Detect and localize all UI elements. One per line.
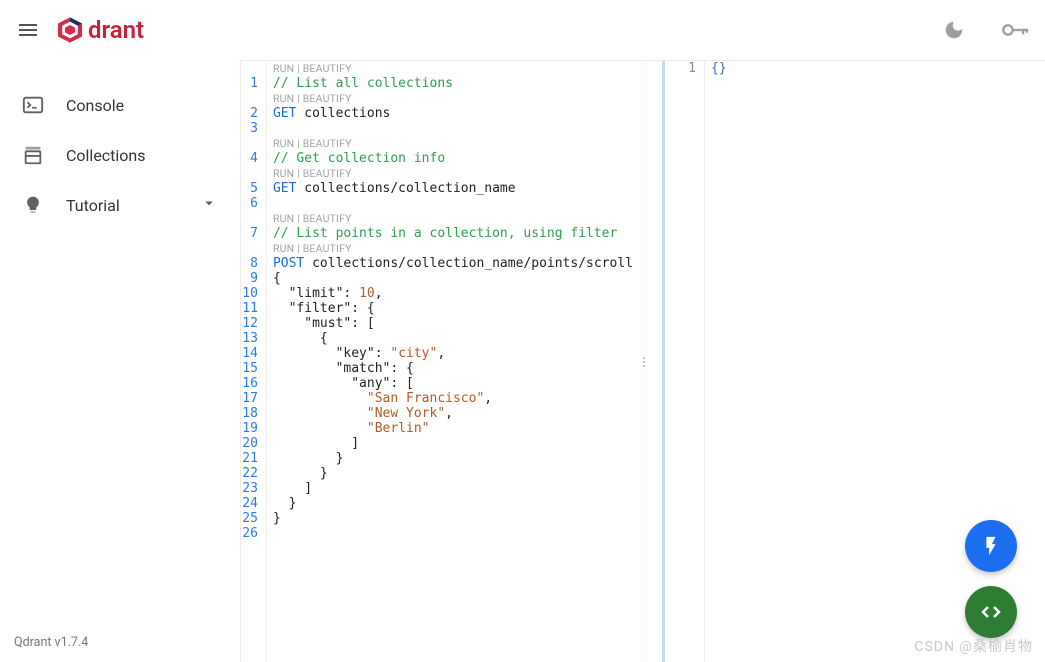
code-line[interactable]: [273, 121, 633, 136]
dark-mode-icon[interactable]: [943, 19, 965, 41]
code-line[interactable]: {: [273, 271, 633, 286]
code-line[interactable]: "limit": 10,: [273, 286, 633, 301]
console-icon: [22, 94, 44, 116]
logo-icon: [56, 16, 84, 44]
code-line[interactable]: "Berlin": [273, 421, 633, 436]
code-line[interactable]: POST collections/collection_name/points/…: [273, 256, 633, 271]
lightbulb-icon: [22, 194, 44, 216]
code-line[interactable]: }: [273, 451, 633, 466]
key-icon[interactable]: [1001, 19, 1029, 41]
menu-icon[interactable]: [16, 18, 40, 42]
run-button[interactable]: [965, 520, 1017, 572]
collections-icon: [22, 144, 44, 166]
sidebar: Console Collections Tutorial Qdrant v1.7…: [0, 60, 240, 662]
sidebar-item-collections[interactable]: Collections: [0, 130, 240, 180]
chevron-down-icon: [200, 194, 218, 216]
code-line[interactable]: ]: [273, 436, 633, 451]
version-label: Qdrant v1.7.4: [0, 623, 240, 662]
code-line[interactable]: "must": [: [273, 316, 633, 331]
sidebar-item-label: Collections: [66, 146, 146, 165]
code-line[interactable]: // List all collections: [273, 76, 633, 91]
code-line[interactable]: }: [273, 496, 633, 511]
code-line[interactable]: GET collections: [273, 106, 633, 121]
code-line[interactable]: "match": {: [273, 361, 633, 376]
sidebar-item-label: Tutorial: [66, 196, 120, 215]
code-line[interactable]: {: [273, 331, 633, 346]
code-lens[interactable]: RUN | BEAUTIFY: [273, 166, 633, 181]
code-lens[interactable]: RUN | BEAUTIFY: [273, 241, 633, 256]
code-line[interactable]: GET collections/collection_name: [273, 181, 633, 196]
logo-text: drant: [88, 16, 144, 44]
code-line[interactable]: // List points in a collection, using fi…: [273, 226, 633, 241]
work-area: 1234567891011121314151617181920212223242…: [241, 60, 1045, 662]
code-line[interactable]: }: [273, 511, 633, 526]
code-line[interactable]: ]: [273, 481, 633, 496]
code-line[interactable]: "key": "city",: [273, 346, 633, 361]
code-lens[interactable]: RUN | BEAUTIFY: [273, 211, 633, 226]
code-line[interactable]: "filter": {: [273, 301, 633, 316]
editor-code[interactable]: RUN | BEAUTIFY// List all collectionsRUN…: [267, 61, 639, 662]
sidebar-item-label: Console: [66, 96, 124, 115]
code-line[interactable]: // Get collection info: [273, 151, 633, 166]
pane-resizer[interactable]: [639, 61, 649, 662]
code-line[interactable]: "New York",: [273, 406, 633, 421]
request-editor[interactable]: 1234567891011121314151617181920212223242…: [241, 61, 639, 662]
code-line[interactable]: }: [273, 466, 633, 481]
result-line: {}: [711, 61, 1039, 76]
sidebar-item-tutorial[interactable]: Tutorial: [0, 180, 240, 230]
code-button[interactable]: [965, 586, 1017, 638]
code-line[interactable]: "San Francisco",: [273, 391, 633, 406]
code-lens[interactable]: RUN | BEAUTIFY: [273, 61, 633, 76]
code-line[interactable]: [273, 526, 633, 541]
code-lens[interactable]: RUN | BEAUTIFY: [273, 91, 633, 106]
sidebar-item-console[interactable]: Console: [0, 80, 240, 130]
result-gutter: 1: [649, 61, 705, 662]
editor-gutter: 1234567891011121314151617181920212223242…: [241, 61, 267, 662]
app-logo: drant: [56, 16, 144, 44]
code-lens[interactable]: RUN | BEAUTIFY: [273, 136, 633, 151]
app-header: drant: [0, 0, 1045, 60]
code-line[interactable]: "any": [: [273, 376, 633, 391]
code-line[interactable]: [273, 196, 633, 211]
